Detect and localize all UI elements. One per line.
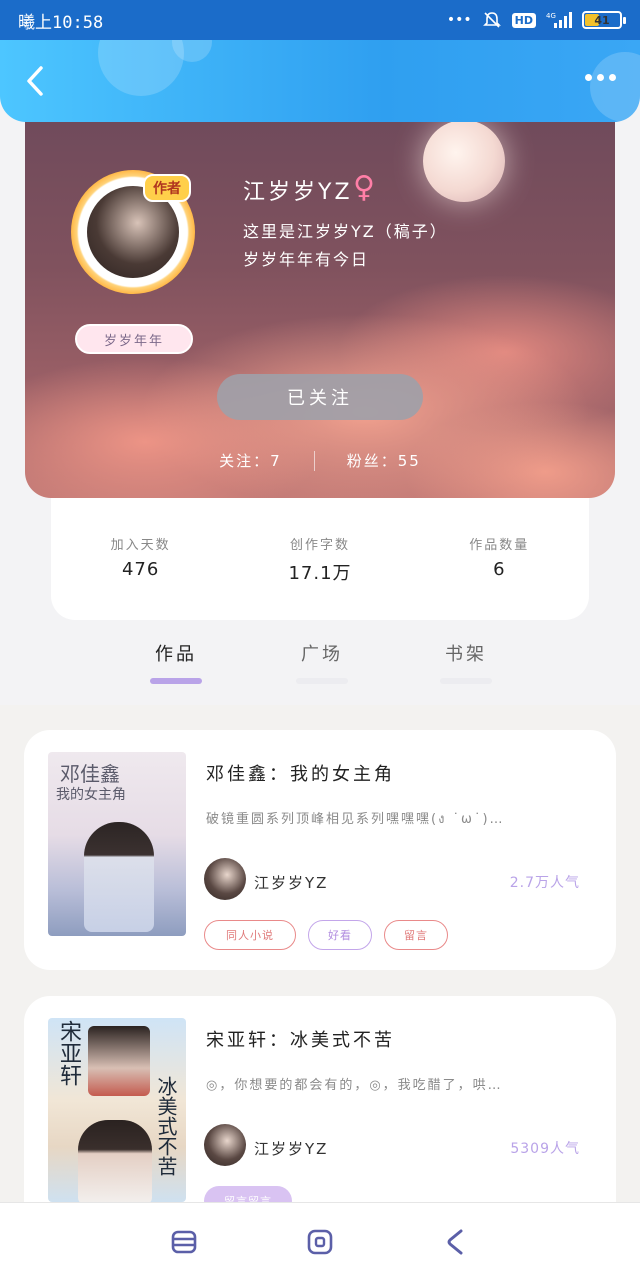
more-button[interactable]	[585, 74, 616, 81]
tab-label: 作品	[155, 644, 197, 665]
tag-good[interactable]: 好看	[308, 920, 372, 950]
profile-banner: 作者 岁岁年年 江岁岁YZ ♀ 这里是江岁岁YZ（稿子） 岁岁年年有今日 已关注…	[25, 112, 615, 498]
stat-join-days: 加入天数 476	[66, 534, 216, 620]
works-list: 邓佳鑫 我的女主角 邓佳鑫：我的女主角 破镜重圆系列顶峰相见系列嘿嘿嘿(ง ˙ω…	[0, 705, 640, 1236]
home-button[interactable]	[300, 1222, 340, 1262]
tab-label: 书架	[445, 644, 487, 665]
battery-level: 41	[594, 13, 610, 27]
tab-indicator	[150, 678, 202, 684]
chevron-left-icon	[27, 66, 43, 96]
profile-bio-line-2: 岁岁年年有今日	[243, 250, 370, 269]
follow-button[interactable]: 已关注	[217, 374, 423, 420]
work-author[interactable]: 江岁岁YZ	[254, 1138, 328, 1159]
back-button[interactable]	[18, 64, 52, 98]
status-bar: 曦上10:58 ••• HD 4G 41	[0, 0, 640, 40]
follow-stats: 关注：7 粉丝：55	[25, 450, 615, 471]
profile-name: 江岁岁YZ	[243, 180, 353, 205]
divider	[313, 450, 315, 471]
more-dots-icon	[585, 74, 592, 81]
stat-value: 476	[121, 559, 160, 580]
work-popularity: 2.7万人气	[509, 875, 580, 891]
more-dot	[609, 74, 616, 81]
profile-badge: 岁岁年年	[75, 324, 193, 354]
tab-works[interactable]: 作品	[150, 640, 202, 684]
fans-count[interactable]: 粉丝：55	[347, 450, 421, 471]
profile-bio-line-1: 这里是江岁岁YZ（稿子）	[243, 222, 448, 241]
svg-text:4G: 4G	[546, 12, 556, 20]
work-cover: 宋亚轩 冰美式不苦	[48, 1018, 186, 1202]
work-card[interactable]: 宋亚轩 冰美式不苦 宋亚轩：冰美式不苦 ◎，你想要的都会有的，◎，我吃醋了，哄……	[24, 996, 616, 1236]
stat-label: 加入天数	[110, 538, 171, 553]
tag-comment[interactable]: 留言	[384, 920, 448, 950]
back-icon	[447, 1229, 463, 1254]
system-nav-bar	[0, 1202, 640, 1280]
cover-figure	[88, 1026, 150, 1096]
work-title: 邓佳鑫：我的女主角	[206, 764, 395, 785]
stat-label: 创作字数	[289, 538, 350, 553]
following-count[interactable]: 关注：7	[219, 450, 282, 471]
cover-title: 宋亚轩	[56, 1020, 81, 1086]
home-square-icon	[307, 1229, 333, 1254]
status-icons: ••• HD 4G 41	[446, 10, 626, 30]
tag-fanfic[interactable]: 同人小说	[204, 920, 296, 950]
stats-card: 加入天数 476 创作字数 17.1万 作品数量 6	[51, 490, 589, 620]
battery-icon: 41	[582, 11, 626, 29]
tab-indicator	[296, 678, 348, 684]
signal-icon: 4G	[546, 12, 572, 28]
work-popularity: 5309人气	[510, 1141, 580, 1157]
recent-apps-button[interactable]	[164, 1222, 204, 1262]
moon-decoration	[423, 120, 505, 202]
work-cover: 邓佳鑫 我的女主角	[48, 752, 186, 936]
tab-bookshelf[interactable]: 书架	[440, 640, 492, 684]
work-description: 破镜重圆系列顶峰相见系列嘿嘿嘿(ง ˙ω˙)…	[206, 812, 505, 827]
stat-value: 6	[493, 559, 506, 580]
mute-icon	[482, 12, 501, 28]
nav-back-button[interactable]	[436, 1222, 476, 1262]
tab-indicator	[440, 678, 492, 684]
cover-figure	[84, 822, 154, 932]
cover-figure	[78, 1120, 152, 1202]
work-title: 宋亚轩：冰美式不苦	[206, 1030, 395, 1051]
author-avatar[interactable]	[204, 858, 246, 900]
work-card[interactable]: 邓佳鑫 我的女主角 邓佳鑫：我的女主角 破镜重圆系列顶峰相见系列嘿嘿嘿(ง ˙ω…	[24, 730, 616, 970]
tab-label: 广场	[301, 644, 343, 665]
work-description: ◎，你想要的都会有的，◎，我吃醋了，哄…	[206, 1078, 503, 1093]
menu-icon	[171, 1230, 197, 1253]
cover-subtitle: 冰美式不苦	[154, 1076, 178, 1176]
work-author[interactable]: 江岁岁YZ	[254, 872, 328, 893]
hd-icon: HD	[511, 12, 536, 28]
decor-bubble	[590, 52, 640, 122]
female-icon: ♀	[353, 170, 375, 205]
cover-subtitle: 我的女主角	[56, 787, 126, 803]
app-header	[0, 40, 640, 122]
tab-square[interactable]: 广场	[296, 640, 348, 684]
author-avatar[interactable]	[204, 1124, 246, 1166]
author-tag: 作者	[143, 174, 191, 202]
more-dot	[597, 74, 604, 81]
stat-word-count: 创作字数 17.1万	[245, 534, 395, 620]
profile-tabs: 作品 广场 书架	[0, 640, 640, 700]
stat-label: 作品数量	[469, 538, 530, 553]
stat-value: 17.1万	[288, 563, 352, 584]
status-time: 曦上10:58	[18, 12, 104, 33]
cover-title: 邓佳鑫	[60, 762, 120, 786]
dots-icon: •••	[446, 12, 472, 28]
decor-bubble	[98, 40, 184, 96]
stat-works-count: 作品数量 6	[424, 534, 574, 620]
